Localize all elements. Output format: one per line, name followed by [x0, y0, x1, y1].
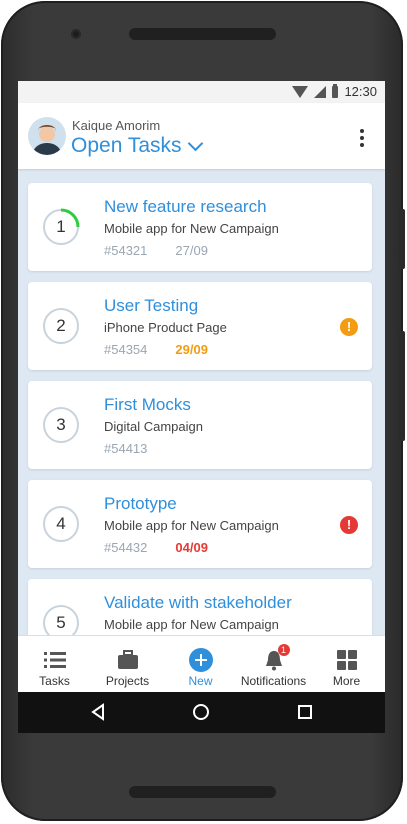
- tab-new[interactable]: New: [164, 636, 237, 693]
- task-due-date: 29/09: [175, 342, 208, 357]
- task-number: 4: [56, 514, 66, 533]
- task-progress-ring: 4: [42, 505, 79, 542]
- android-nav-bar: [18, 692, 385, 733]
- task-title: New feature research: [104, 197, 267, 216]
- task-progress-ring: 5: [42, 604, 79, 635]
- status-time: 12:30: [344, 84, 377, 99]
- task-id: #54432: [104, 540, 148, 555]
- tab-more[interactable]: More: [310, 636, 383, 693]
- page-title-dropdown[interactable]: Open Tasks: [71, 134, 203, 158]
- task-due-date: 04/09: [175, 540, 208, 555]
- chevron-down-icon: [187, 135, 203, 151]
- app-bar: Kaique Amorim Open Tasks: [18, 103, 385, 169]
- bottom-tab-bar: Tasks Projects New 1 Notifications More: [18, 635, 385, 693]
- task-number: 5: [56, 613, 66, 632]
- task-card[interactable]: 1 New feature research Mobile app for Ne…: [28, 183, 372, 271]
- plus-circle-icon: [188, 648, 213, 672]
- task-number: 2: [56, 316, 66, 335]
- briefcase-icon: [117, 650, 138, 669]
- task-subtitle: Mobile app for New Campaign: [104, 221, 279, 236]
- list-icon: [43, 652, 66, 668]
- page-title: Open Tasks: [71, 134, 182, 157]
- task-title: User Testing: [104, 296, 199, 315]
- task-subtitle: Mobile app for New Campaign: [104, 518, 279, 533]
- tab-projects[interactable]: Projects: [91, 636, 164, 693]
- tab-label: Projects: [105, 674, 150, 688]
- task-subtitle: Mobile app for New Campaign: [104, 617, 279, 632]
- task-title: Prototype: [104, 494, 177, 513]
- task-list: 1 New feature research Mobile app for Ne…: [18, 169, 385, 635]
- task-id: #54354: [104, 342, 148, 357]
- task-due-date: 27/09: [175, 243, 208, 258]
- task-card[interactable]: 3 First Mocks Digital Campaign #54413: [28, 381, 372, 469]
- task-id: #54413: [104, 441, 148, 456]
- task-subtitle: iPhone Product Page: [104, 320, 227, 335]
- task-id: #54321: [104, 243, 148, 258]
- tab-label: Tasks: [39, 674, 70, 688]
- recents-icon[interactable]: [295, 702, 315, 722]
- power-button: [399, 331, 405, 441]
- task-title: Validate with stakeholder: [104, 593, 292, 612]
- task-progress-ring: 1: [42, 208, 80, 246]
- wifi-icon: [292, 85, 309, 98]
- task-subtitle: Digital Campaign: [104, 419, 203, 434]
- task-progress-ring: 3: [42, 406, 79, 443]
- tab-label: Notifications: [240, 674, 307, 688]
- task-card[interactable]: 2 User Testing iPhone Product Page #5435…: [28, 282, 372, 370]
- task-progress-ring: 2: [42, 307, 79, 344]
- grid-icon: [336, 650, 357, 670]
- user-name: Kaique Amorim: [72, 118, 161, 133]
- task-card[interactable]: 5 Validate with stakeholder Mobile app f…: [28, 579, 372, 635]
- warning-icon: !: [340, 318, 358, 336]
- notification-badge: 1: [277, 644, 290, 656]
- tab-label: New: [188, 674, 213, 688]
- avatar[interactable]: [28, 117, 66, 155]
- overflow-menu-icon[interactable]: [359, 129, 365, 147]
- signal-icon: [314, 85, 327, 98]
- tab-label: More: [332, 674, 361, 688]
- back-icon[interactable]: [88, 702, 108, 722]
- front-camera: [71, 29, 81, 39]
- status-bar: 12:30: [18, 81, 385, 103]
- task-card[interactable]: 4 Prototype Mobile app for New Campaign …: [28, 480, 372, 568]
- tab-notifications[interactable]: 1 Notifications: [237, 636, 310, 693]
- earpiece-speaker: [129, 28, 276, 40]
- task-title: First Mocks: [104, 395, 191, 414]
- tab-tasks[interactable]: Tasks: [18, 636, 91, 693]
- task-number: 3: [56, 415, 66, 434]
- phone-screen: 12:30 Kaique Amorim Open Tasks 1 New fea…: [18, 81, 385, 733]
- bottom-speaker: [129, 786, 276, 798]
- home-icon[interactable]: [191, 702, 211, 722]
- battery-icon: [332, 83, 339, 98]
- task-number: 1: [56, 217, 66, 236]
- volume-button: [399, 209, 405, 269]
- error-icon: !: [340, 516, 358, 534]
